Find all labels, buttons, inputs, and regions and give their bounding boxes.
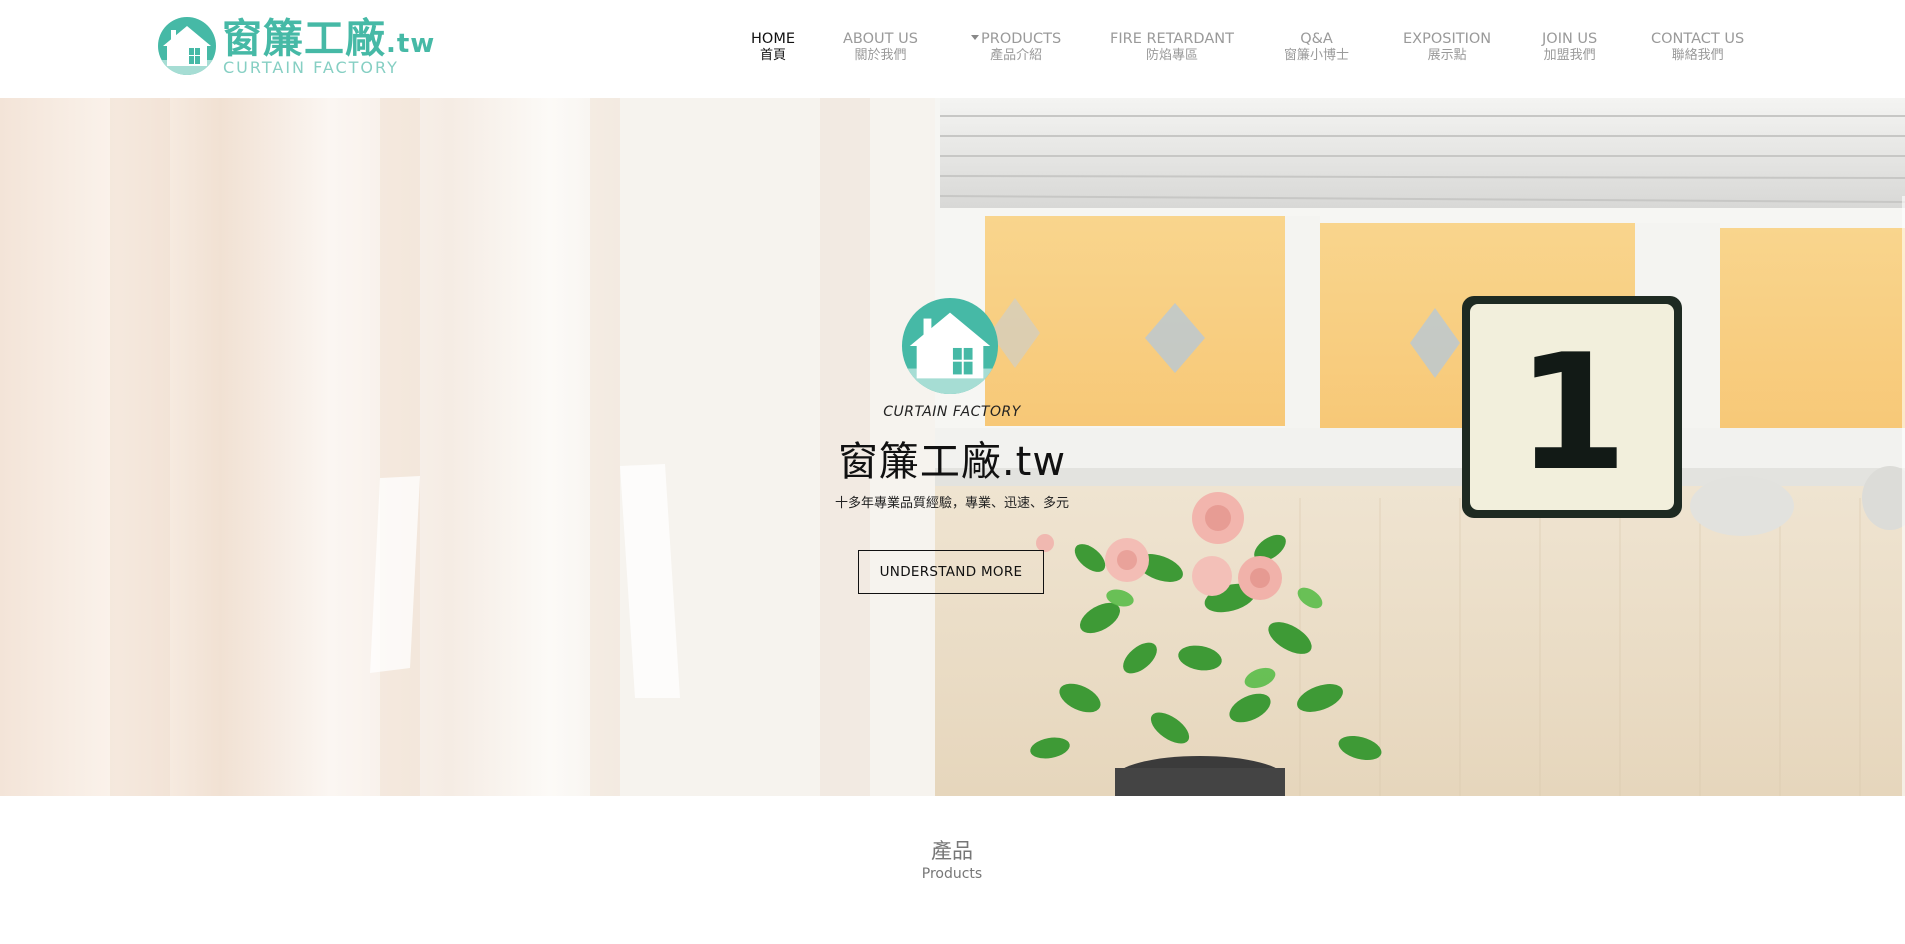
nav-label-en: EXPOSITION xyxy=(1403,31,1492,47)
nav-label-en: Q&A xyxy=(1300,31,1333,47)
hero-content: CURTAIN FACTORY 窗簾工廠.tw 十多年專業品質經驗，專業、迅速、… xyxy=(0,98,1905,796)
nav-label-cn: 展示點 xyxy=(1427,48,1467,63)
nav-item-about[interactable]: ABOUT US 關於我們 xyxy=(843,30,918,64)
hero-banner: 1 CURTAIN FACTORY 窗簾工廠.tw 十多年專業品質經驗，專業、迅… xyxy=(0,98,1905,796)
nav-label-cn: 防焰專區 xyxy=(1145,48,1198,63)
site-header: 窗簾工廠.tw CURTAIN FACTORY HOME 首頁 ABOUT US… xyxy=(0,0,1905,98)
understand-more-button[interactable]: UNDERSTAND MORE xyxy=(858,550,1044,594)
hero-title: 窗簾工廠.tw xyxy=(837,439,1067,485)
caret-down-icon xyxy=(971,34,979,40)
nav-label-en: ABOUT US xyxy=(843,31,918,47)
nav-item-exposition[interactable]: EXPOSITION 展示點 xyxy=(1403,30,1491,64)
site-logo[interactable]: 窗簾工廠.tw CURTAIN FACTORY xyxy=(157,16,434,80)
nav-item-home[interactable]: HOME 首頁 xyxy=(751,30,795,64)
section-title-en: Products xyxy=(921,866,983,882)
nav-label-cn: 聯絡我們 xyxy=(1671,48,1724,63)
logo-text-en: CURTAIN FACTORY xyxy=(223,58,399,77)
nav-label-cn: 加盟我們 xyxy=(1543,48,1596,63)
hero-eyebrow: CURTAIN FACTORY xyxy=(883,404,1021,420)
nav-label-cn: 窗簾小博士 xyxy=(1284,48,1350,63)
nav-item-qa[interactable]: Q&A 窗簾小博士 xyxy=(1284,30,1349,64)
nav-label-cn: 首頁 xyxy=(759,48,786,63)
nav-item-fire-retardant[interactable]: FIRE RETARDANT 防焰專區 xyxy=(1110,30,1234,64)
house-logo-icon xyxy=(901,297,999,395)
hero-subtitle: 十多年專業品質經驗，專業、迅速、多元 xyxy=(834,496,1069,511)
nav-label-en: CONTACT US xyxy=(1651,31,1745,47)
section-title-cn: 產品 xyxy=(931,839,973,863)
nav-item-products[interactable]: PRODUCTS 產品介紹 xyxy=(971,30,1061,64)
house-logo-icon xyxy=(158,17,216,75)
nav-item-contact[interactable]: CONTACT US 聯絡我們 xyxy=(1651,30,1744,64)
logo-tld: .tw xyxy=(386,29,436,59)
page: 窗簾工廠.tw CURTAIN FACTORY HOME 首頁 ABOUT US… xyxy=(0,0,1905,944)
nav-label-cn: 產品介紹 xyxy=(990,48,1043,63)
products-section: 產品 Products xyxy=(0,796,1905,944)
nav-label-en: JOIN US xyxy=(1542,31,1598,47)
nav-item-join[interactable]: JOIN US 加盟我們 xyxy=(1542,30,1597,64)
nav-label-en: FIRE RETARDANT xyxy=(1110,31,1234,47)
nav-label-en: HOME xyxy=(751,31,795,47)
nav-label-cn: 關於我們 xyxy=(854,48,907,63)
nav-label-en: PRODUCTS xyxy=(971,30,1061,48)
